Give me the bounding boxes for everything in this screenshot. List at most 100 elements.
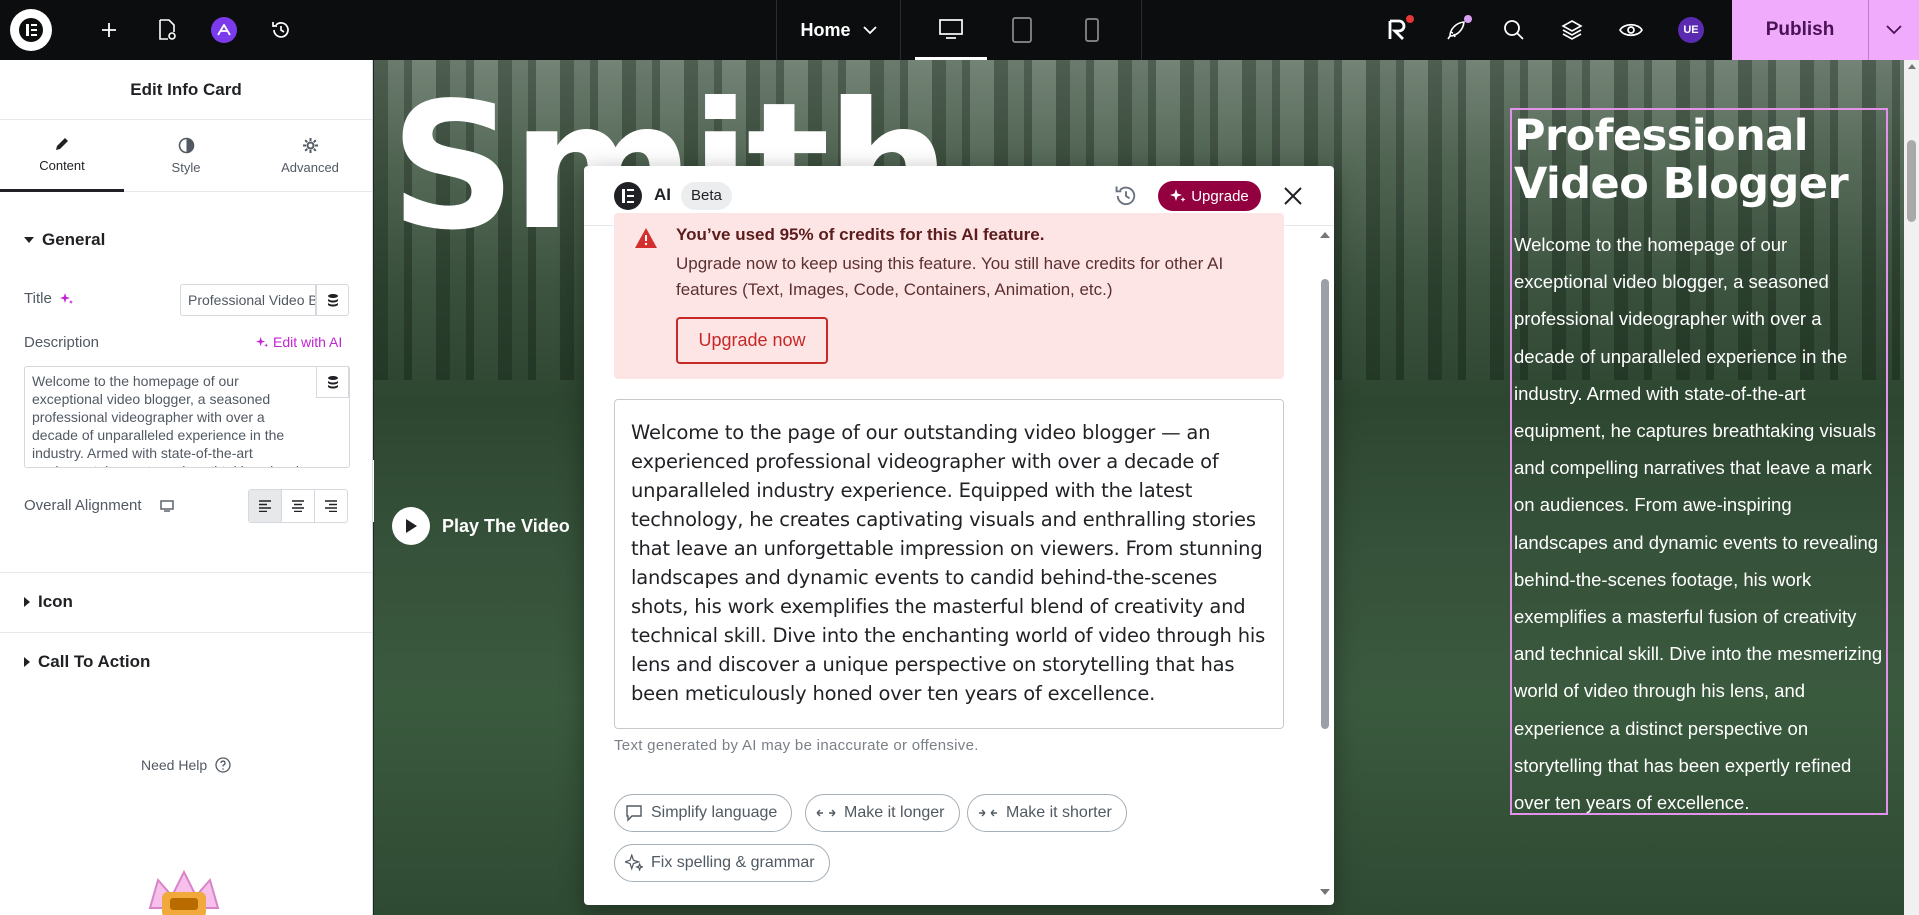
gear-icon (302, 138, 318, 153)
alert-title: You’ve used 95% of credits for this AI f… (676, 225, 1045, 244)
ai-sparkle-icon[interactable] (59, 292, 74, 306)
desktop-icon (939, 18, 963, 39)
expand-arrows-icon (816, 809, 836, 817)
alignment-control-label: Overall Alignment (24, 497, 174, 514)
title-input[interactable]: Professional Video Blogger (180, 284, 316, 316)
page-selector-label: Home (800, 19, 851, 40)
history-button[interactable] (264, 0, 298, 60)
elementor-logo-button[interactable] (10, 9, 52, 51)
section-cta-toggle[interactable]: Call To Action (24, 652, 150, 672)
integrations-button[interactable] (1380, 0, 1416, 60)
user-menu-button[interactable]: UE (1673, 0, 1709, 60)
database-icon (327, 376, 338, 389)
dynamic-tags-button[interactable] (316, 284, 349, 316)
play-video-button[interactable]: Play The Video (392, 507, 570, 545)
fix-spelling-button[interactable]: Fix spelling & grammar (614, 844, 830, 882)
page-settings-button[interactable] (150, 0, 184, 60)
tab-content[interactable]: Content (0, 120, 124, 192)
chevron-down-icon (1886, 25, 1902, 35)
angie-icon (211, 17, 237, 43)
document-settings-icon (159, 19, 176, 40)
simplify-language-label: Simplify language (651, 804, 778, 821)
fix-spelling-label: Fix spelling & grammar (651, 854, 815, 871)
tablet-icon (1012, 17, 1032, 43)
scroll-down-icon (1320, 889, 1330, 895)
tab-style[interactable]: Style (124, 120, 248, 192)
close-button[interactable] (1282, 185, 1304, 212)
publish-options-button[interactable] (1868, 0, 1919, 60)
edit-with-ai-link[interactable]: Edit with AI (256, 334, 342, 350)
shrink-arrows-icon (979, 809, 997, 817)
ai-sparkle-icon (256, 336, 269, 347)
description-textarea[interactable]: Welcome to the homepage of our exception… (24, 366, 350, 468)
eye-icon (1619, 23, 1643, 37)
structure-button[interactable] (1554, 0, 1590, 60)
r-logo-icon (1388, 19, 1406, 40)
desktop-icon[interactable] (159, 499, 174, 512)
panel-title: Edit Info Card (0, 60, 372, 120)
caret-right-icon (24, 597, 30, 607)
dynamic-tags-button[interactable] (316, 366, 349, 398)
ai-result-textbox[interactable]: Welcome to the page of our outstanding v… (614, 399, 1284, 729)
search-icon (1504, 20, 1524, 40)
sparkle-icon (1170, 189, 1186, 202)
tab-advanced[interactable]: Advanced (248, 120, 372, 192)
info-card-widget[interactable]: Professional Video Blogger Welcome to th… (1510, 108, 1888, 815)
promo-badge[interactable] (140, 868, 228, 915)
add-element-button[interactable] (92, 0, 126, 60)
crown-badge-icon (148, 869, 220, 915)
info-card-description: Welcome to the homepage of our exception… (1514, 234, 1883, 814)
divider (0, 572, 372, 573)
section-cta-label: Call To Action (38, 652, 151, 671)
caret-down-icon (24, 237, 34, 243)
canvas-scrollbar[interactable] (1904, 60, 1919, 915)
need-help-link[interactable]: Need Help (141, 757, 231, 773)
tab-style-label: Style (171, 160, 201, 175)
pencil-icon (56, 138, 68, 150)
avatar: UE (1678, 17, 1704, 43)
section-general-toggle[interactable]: General (24, 230, 105, 250)
device-switcher (900, 0, 1142, 60)
rocket-icon (1447, 21, 1465, 40)
mobile-view-button[interactable] (1056, 0, 1128, 60)
plus-icon (102, 23, 116, 37)
make-shorter-button[interactable]: Make it shorter (967, 794, 1127, 832)
editor-panel: Edit Info Card Content Style Advanced Ge… (0, 60, 373, 915)
notification-dot (1464, 15, 1472, 23)
align-center-button[interactable] (282, 490, 315, 522)
chevron-down-icon (862, 25, 877, 34)
simplify-language-button[interactable]: Simplify language (614, 794, 793, 832)
preview-button[interactable] (1613, 0, 1649, 60)
edit-with-ai-label: Edit with AI (273, 334, 343, 350)
play-icon (392, 507, 430, 545)
ai-dialog-scrollbar[interactable] (1316, 226, 1334, 905)
tab-advanced-label: Advanced (281, 160, 339, 175)
scrollbar-thumb[interactable] (1907, 140, 1916, 222)
desktop-view-button[interactable] (915, 0, 987, 60)
scrollbar-thumb[interactable] (1321, 279, 1329, 729)
search-button[interactable] (1496, 0, 1532, 60)
beta-badge: Beta (681, 182, 732, 210)
upgrade-now-button[interactable]: Upgrade now (676, 317, 828, 364)
close-icon (1284, 187, 1302, 205)
publish-button[interactable]: Publish (1732, 0, 1868, 60)
align-right-button[interactable] (315, 490, 347, 522)
elementor-logo-icon (19, 18, 43, 42)
panel-tabs: Content Style Advanced (0, 120, 372, 192)
scroll-up-icon (1320, 232, 1330, 238)
info-card-title: Professional Video Blogger (1514, 111, 1849, 209)
upgrade-button[interactable]: Upgrade (1158, 181, 1261, 211)
section-icon-toggle[interactable]: Icon (24, 592, 73, 612)
angie-ai-button[interactable] (207, 0, 241, 60)
align-left-button[interactable] (249, 490, 282, 522)
alignment-control (248, 489, 348, 523)
layers-icon (1561, 20, 1583, 40)
page-selector[interactable]: Home (776, 0, 900, 60)
warning-icon (635, 228, 657, 248)
half-circle-icon (178, 137, 194, 154)
whats-new-button[interactable] (1438, 0, 1474, 60)
need-help-label: Need Help (141, 757, 208, 773)
make-longer-button[interactable]: Make it longer (805, 794, 960, 832)
history-button[interactable] (1113, 183, 1139, 214)
tablet-view-button[interactable] (986, 0, 1058, 60)
